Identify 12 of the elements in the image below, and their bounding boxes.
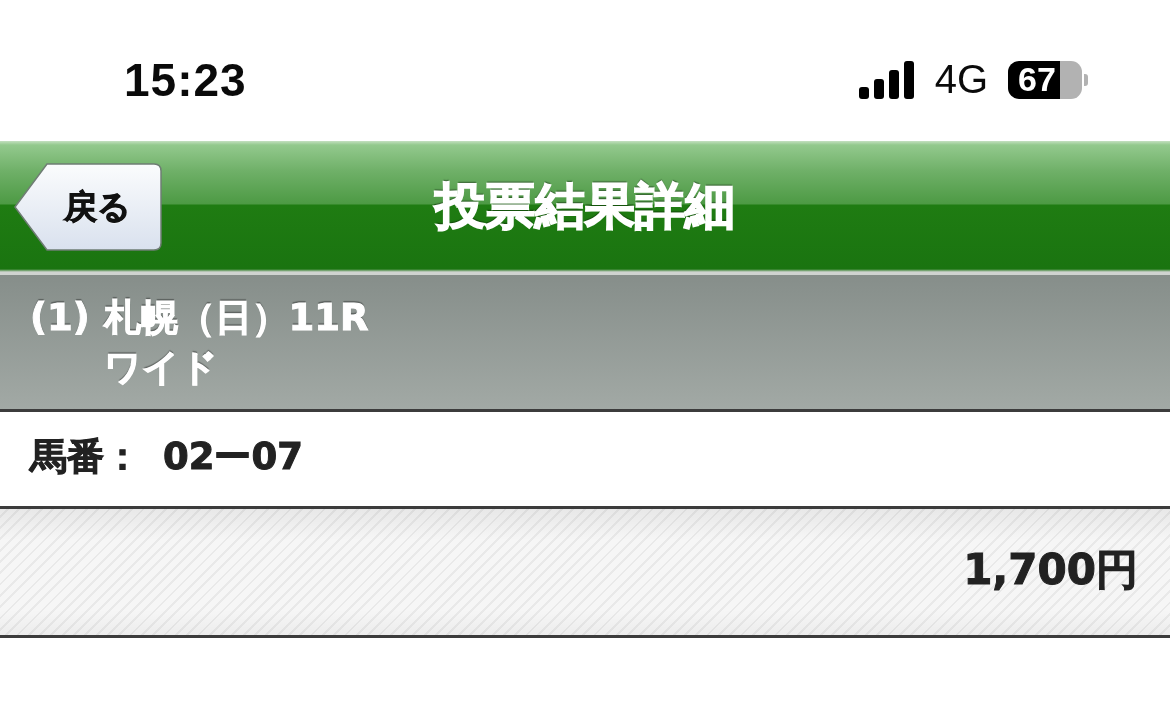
horse-number-value: 02ー07 <box>163 434 303 480</box>
bet-type: ワイド <box>103 345 218 391</box>
battery-indicator: 67 <box>1008 60 1088 99</box>
bet-amount: 1,700円 <box>963 544 1138 596</box>
bet-number: (1) <box>30 295 90 341</box>
signal-icon <box>858 60 915 99</box>
page-title: 投票結果詳細 <box>435 175 735 237</box>
back-button[interactable]: 戻る <box>14 163 162 251</box>
network-type: 4G <box>934 57 988 102</box>
clock-time: 15:23 <box>124 52 247 107</box>
race-name: 札幌（日）11R <box>103 295 369 341</box>
horse-number-label: 馬番： <box>30 434 141 480</box>
